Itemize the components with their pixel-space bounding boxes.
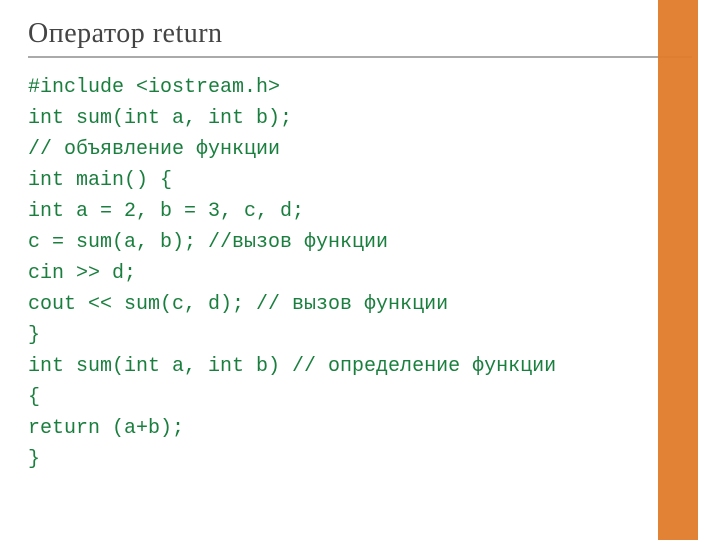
slide-title: Оператор return [28, 18, 692, 58]
code-line: // объявление функции [28, 138, 280, 161]
code-line: int main() { [28, 169, 172, 192]
code-line: } [28, 448, 40, 471]
slide: Оператор return #include <iostream.h> in… [0, 0, 720, 540]
code-line: } [28, 324, 40, 347]
code-line: #include <iostream.h> [28, 76, 280, 99]
code-line: int sum(int a, int b); [28, 107, 292, 130]
code-line: cin >> d; [28, 262, 136, 285]
code-line: cout << sum(c, d); // вызов функции [28, 293, 448, 316]
code-block: #include <iostream.h> int sum(int a, int… [28, 72, 692, 475]
code-line: c = sum(a, b); //вызов функции [28, 231, 388, 254]
code-line: return (a+b); [28, 417, 184, 440]
code-line: int a = 2, b = 3, c, d; [28, 200, 304, 223]
decorative-side-stripe [658, 0, 698, 540]
code-line: { [28, 386, 40, 409]
code-line: int sum(int a, int b) // определение фун… [28, 355, 556, 378]
